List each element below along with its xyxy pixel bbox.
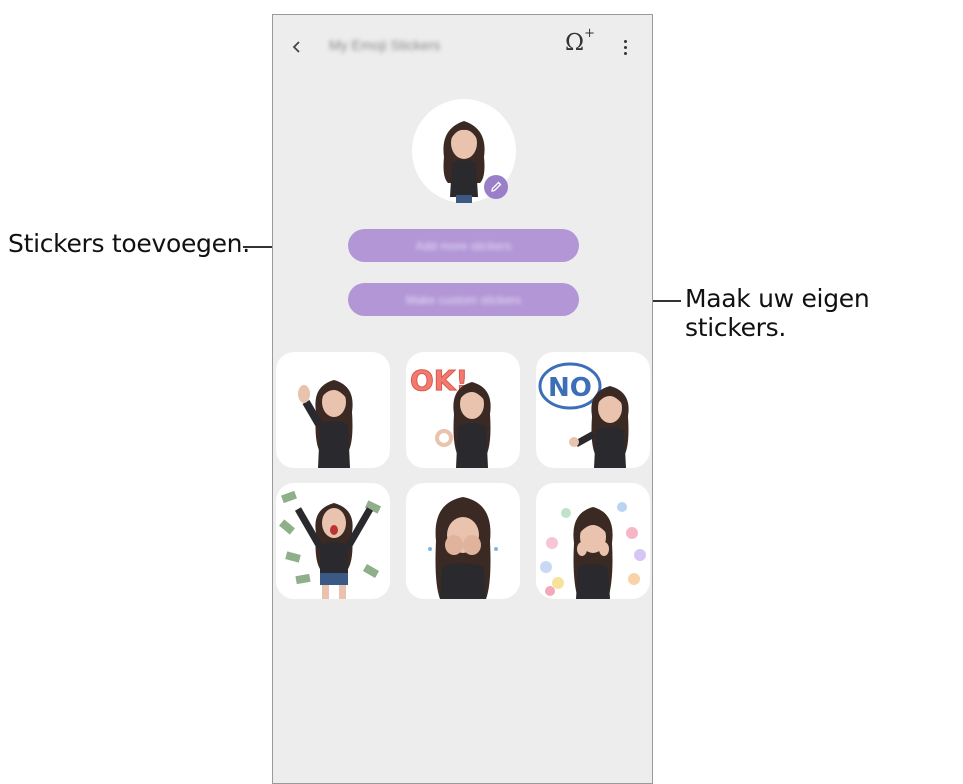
omega-plus-icon[interactable]: Ω+ [565,26,595,56]
no-text: NO [548,373,592,403]
add-stickers-label: Add more stickers [415,238,512,253]
sticker-wave-art [298,380,353,468]
app-bar: My Emoji Stickers Ω+ [273,15,652,79]
more-vertical-icon [623,39,627,43]
sticker-crying[interactable] [406,483,520,599]
sticker-hearts-art [540,502,646,599]
more-options-button[interactable] [618,33,632,61]
pencil-icon [491,181,502,192]
sticker-ok-art: OK! [410,364,491,468]
sticker-money-rain-art [279,490,382,599]
chevron-left-icon [292,41,300,53]
sticker-hearts[interactable] [536,483,650,599]
sticker-no[interactable]: NO [536,352,650,468]
callout-make-stickers: Maak uw eigen stickers. [685,284,870,342]
page-title: My Emoji Stickers [329,37,441,53]
back-button[interactable] [283,33,311,61]
sticker-money-rain[interactable] [276,483,390,599]
callout-add-stickers: Stickers toevoegen. [8,229,250,258]
phone-screen: My Emoji Stickers Ω+ Add more stickers M… [272,14,653,784]
add-stickers-button[interactable]: Add more stickers [348,229,579,262]
edit-avatar-button[interactable] [484,175,508,199]
sticker-wave[interactable] [276,352,390,468]
sticker-ok[interactable]: OK! [406,352,520,468]
make-custom-stickers-button[interactable]: Make custom stickers [348,283,579,316]
sticker-crying-art [428,497,498,599]
sticker-no-art: NO [538,362,629,468]
make-custom-stickers-label: Make custom stickers [405,292,522,307]
